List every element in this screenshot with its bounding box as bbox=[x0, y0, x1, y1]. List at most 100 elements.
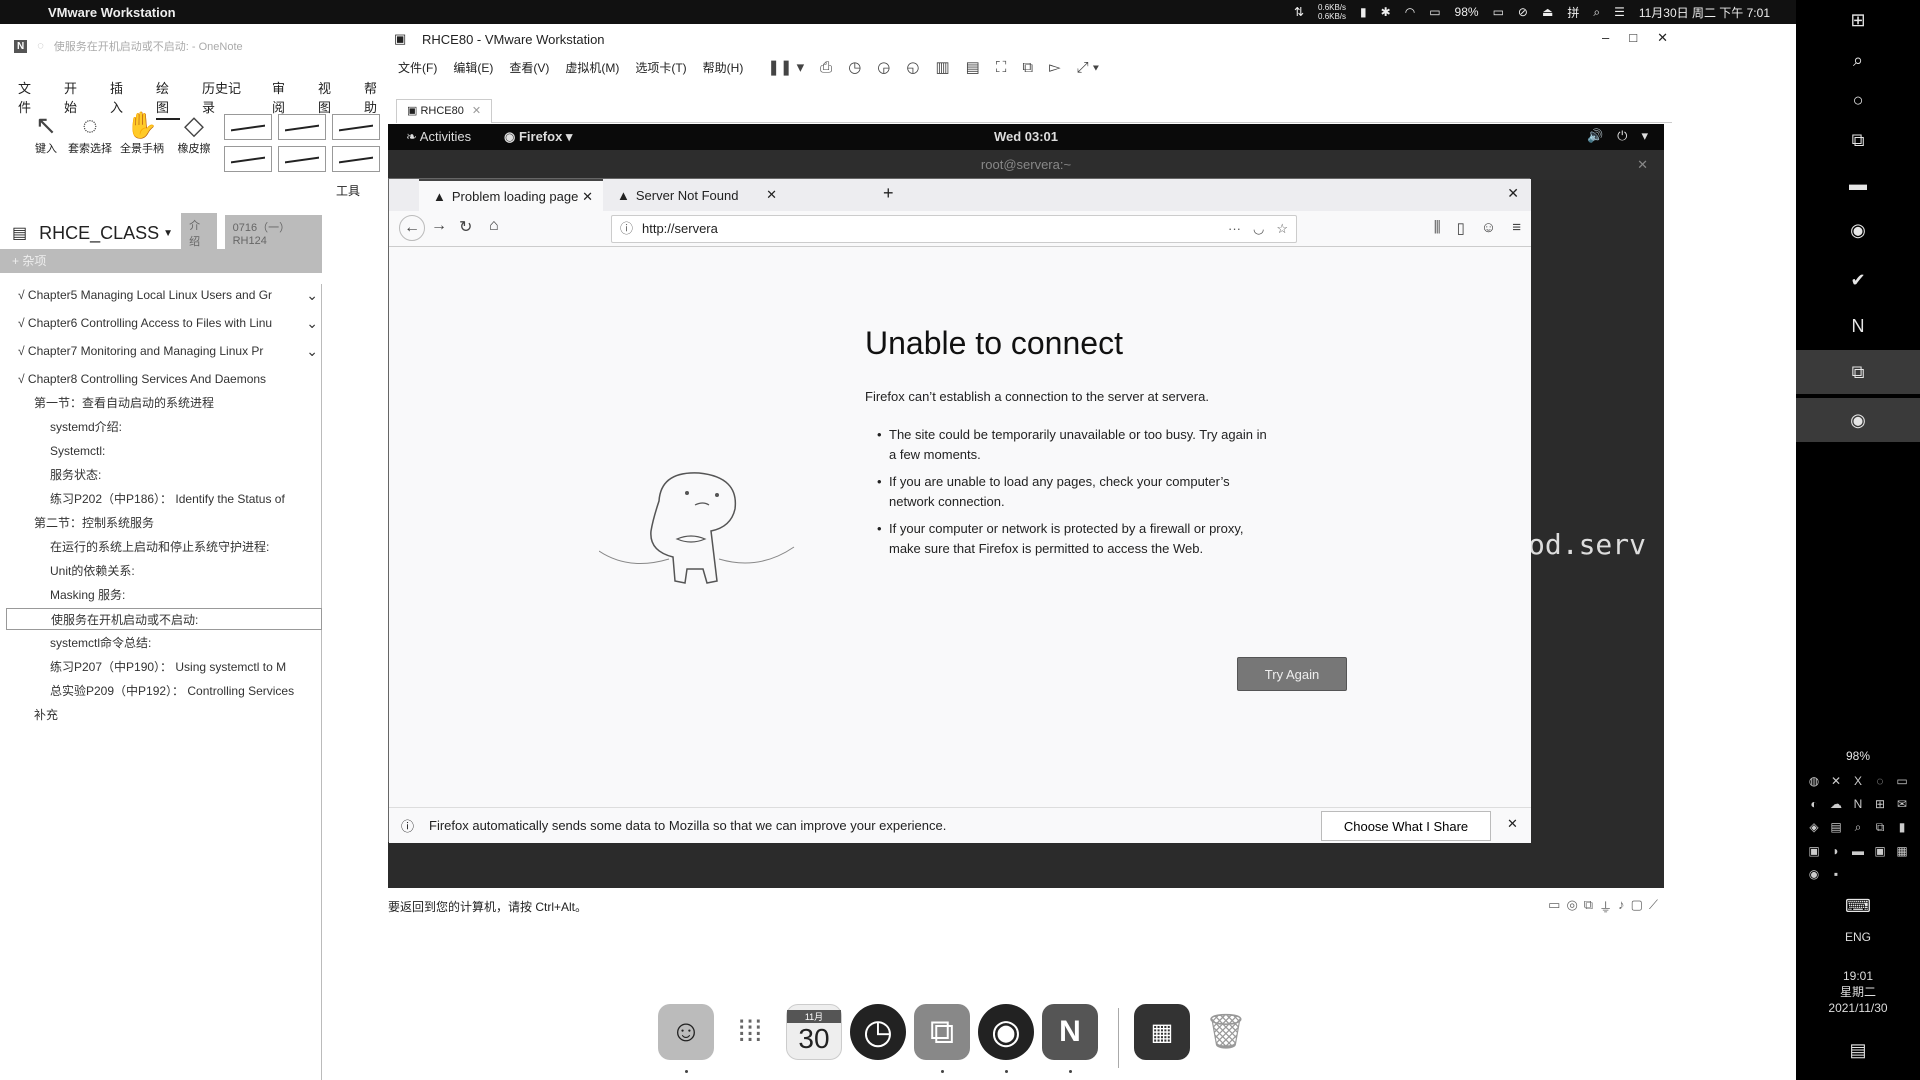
library-icon[interactable]: ⫼ bbox=[1434, 219, 1441, 237]
menu-edit[interactable]: 编辑(E) bbox=[453, 59, 493, 76]
tray-icon[interactable]: X bbox=[1850, 774, 1866, 791]
subpage-item[interactable]: Systemctl: bbox=[0, 440, 322, 462]
revert-snapshot-icon[interactable]: ◶ bbox=[877, 58, 890, 76]
display-icon[interactable]: ▭ bbox=[1429, 5, 1440, 19]
subpage-item[interactable]: Unit的依赖关系: bbox=[0, 560, 322, 582]
choose-what-i-share-button[interactable]: Choose What I Share bbox=[1321, 811, 1491, 841]
pen-swatch[interactable] bbox=[332, 146, 380, 172]
dismiss-notice-icon[interactable]: ✕ bbox=[1507, 816, 1518, 832]
home-button[interactable]: ⌂ bbox=[489, 217, 499, 235]
vmware-taskbar-icon[interactable]: ⧉ bbox=[1838, 352, 1878, 392]
url-bar[interactable]: ⓘ http://servera ··· ◡ ☆ bbox=[611, 215, 1297, 243]
taskbar-clock[interactable]: 19:01 星期二 2021/11/30 bbox=[1796, 968, 1920, 1016]
notebook-name[interactable]: RHCE_CLASS bbox=[39, 223, 159, 244]
todo-icon[interactable]: ✔ bbox=[1838, 260, 1878, 300]
language-indicator[interactable]: ENG bbox=[1796, 930, 1920, 944]
tray-icon[interactable]: N bbox=[1850, 797, 1866, 814]
subpage-item[interactable]: 练习P207（中P190）： Using systemctl to M bbox=[0, 656, 322, 678]
launchpad-icon[interactable]: ⁞⁞⁞ bbox=[722, 1004, 778, 1060]
tray-icon[interactable]: ▦ bbox=[1894, 844, 1910, 861]
pause-icon[interactable]: ❚❚ ▾ bbox=[767, 58, 804, 76]
chevron-down-icon[interactable]: ⌄ bbox=[306, 312, 318, 334]
vmware-dock-icon[interactable]: ⧉ bbox=[914, 1004, 970, 1060]
lasso-tool[interactable]: ◌ 套索选择 bbox=[66, 110, 114, 156]
clock-icon[interactable]: ◷ bbox=[850, 1004, 906, 1060]
bluetooth-icon[interactable]: ✱ bbox=[1381, 5, 1391, 19]
hamburger-menu-icon[interactable]: ≡ bbox=[1512, 219, 1521, 237]
eject-icon[interactable]: ⏏ bbox=[1542, 5, 1553, 19]
chevron-down-icon[interactable]: ⌄ bbox=[306, 340, 318, 362]
try-again-button[interactable]: Try Again bbox=[1237, 657, 1347, 691]
chevron-down-icon[interactable]: ⌄ bbox=[306, 284, 318, 306]
pan-tool[interactable]: ✋ 全景手柄 bbox=[118, 110, 166, 156]
subpage-item[interactable]: 总实验P209（中P192）： Controlling Services bbox=[0, 680, 322, 702]
info-icon[interactable]: ⓘ bbox=[620, 216, 633, 242]
tray-icon[interactable]: ◈ bbox=[1806, 820, 1822, 838]
obs-taskbar-icon[interactable]: ◉ bbox=[1838, 400, 1878, 440]
section-tab[interactable]: 介绍 bbox=[181, 213, 217, 253]
forward-button[interactable]: → bbox=[431, 217, 447, 235]
page-item[interactable]: √ Chapter7 Monitoring and Managing Linux… bbox=[0, 340, 322, 362]
hdd-icon[interactable]: ▭ bbox=[1548, 897, 1560, 916]
subpage-item[interactable]: 第二节：控制系统服务 bbox=[0, 512, 322, 534]
tab-problem-loading[interactable]: ▲ Problem loading page ✕ bbox=[419, 179, 603, 211]
terminal-close-icon[interactable]: ✕ bbox=[1637, 150, 1648, 180]
subpage-item[interactable]: 补充 bbox=[0, 704, 322, 726]
snapshot-icon[interactable]: ◷ bbox=[848, 58, 861, 76]
tray-icon[interactable]: ✕ bbox=[1828, 774, 1844, 791]
gnome-system-menu[interactable]: 🔊 ⏻ ▾ bbox=[1587, 128, 1648, 144]
pen-swatch[interactable] bbox=[332, 114, 380, 140]
onenote-taskbar-icon[interactable]: N bbox=[1838, 306, 1878, 346]
input-method-icon[interactable]: 拼 bbox=[1567, 4, 1579, 21]
battery-small-icon[interactable]: ▮ bbox=[1360, 5, 1367, 19]
pen-swatch[interactable] bbox=[224, 146, 272, 172]
windows-start-icon[interactable]: ⊞ bbox=[1838, 0, 1878, 40]
control-center-icon[interactable]: ☰ bbox=[1614, 5, 1625, 19]
sync-icon[interactable]: ⇅ bbox=[1294, 5, 1304, 19]
subpage-item-selected[interactable]: 使服务在开机启动或不启动: bbox=[6, 608, 322, 630]
spotlight-icon[interactable]: ⌕ bbox=[1593, 5, 1600, 20]
tray-icon[interactable]: ⊞ bbox=[1872, 797, 1888, 814]
vm-tab[interactable]: ▣ RHCE80 ✕ bbox=[396, 99, 493, 123]
back-button[interactable]: ← bbox=[399, 215, 425, 241]
page-item[interactable]: √ Chapter6 Controlling Access to Files w… bbox=[0, 312, 322, 334]
obs-icon[interactable]: ◉ bbox=[978, 1004, 1034, 1060]
close-tab-icon[interactable]: ✕ bbox=[582, 189, 593, 205]
tab-server-not-found[interactable]: ▲ Server Not Found ✕ bbox=[603, 179, 787, 211]
console-icon[interactable]: ▻ bbox=[1049, 58, 1061, 76]
network-icon[interactable]: ⧉ bbox=[1584, 897, 1593, 916]
mute-icon[interactable]: ⊘ bbox=[1518, 5, 1528, 19]
subpage-item[interactable]: systemctl命令总结: bbox=[0, 632, 322, 654]
tray-icon[interactable]: ◉ bbox=[1806, 867, 1822, 884]
tray-icon[interactable]: ✉ bbox=[1894, 797, 1910, 814]
subpage-item[interactable]: 第一节：查看自动启动的系统进程 bbox=[0, 392, 322, 414]
eraser-tool[interactable]: ◇ 橡皮擦 bbox=[170, 110, 218, 156]
tray-icon[interactable]: ◐ bbox=[1806, 797, 1822, 814]
thumbnail-icon[interactable]: ▤ bbox=[966, 58, 980, 76]
menubar-datetime[interactable]: 11月30日 周二 下午 7:01 bbox=[1639, 4, 1770, 21]
subpage-item[interactable]: 练习P202（中P186）： Identify the Status of bbox=[0, 488, 322, 510]
finder-icon[interactable]: ☺ bbox=[658, 1004, 714, 1060]
mac-app-name[interactable]: VMware Workstation bbox=[48, 5, 176, 20]
notification-icon[interactable]: ▤ bbox=[1838, 1030, 1878, 1070]
tray-icon[interactable]: ☁ bbox=[1828, 797, 1844, 814]
unity-icon[interactable]: ⧉ bbox=[1022, 59, 1033, 76]
page-actions-icon[interactable]: ··· bbox=[1228, 216, 1241, 242]
menu-vm[interactable]: 虚拟机(M) bbox=[565, 59, 619, 76]
tray-icon[interactable]: ▭ bbox=[1894, 774, 1910, 791]
usb-icon[interactable]: ⏚ bbox=[1599, 897, 1612, 916]
page-item[interactable]: √ Chapter5 Managing Local Linux Users an… bbox=[0, 284, 322, 306]
tray-icon[interactable]: ◗ bbox=[1828, 844, 1844, 861]
tray-icon[interactable]: ◌ bbox=[1872, 774, 1888, 791]
screenshot-app-icon[interactable]: ▦ bbox=[1134, 1004, 1190, 1060]
menu-file[interactable]: 文件(F) bbox=[398, 59, 437, 76]
firefox-taskbar-icon[interactable]: ◉ bbox=[1838, 210, 1878, 250]
battery-icon[interactable]: ▭ bbox=[1493, 5, 1504, 19]
search-icon[interactable]: ⌕ bbox=[1838, 40, 1878, 80]
cortana-icon[interactable]: ○ bbox=[1838, 80, 1878, 120]
wifi-icon[interactable]: ◠ bbox=[1405, 5, 1415, 19]
send-keys-icon[interactable]: ⎙ bbox=[820, 59, 832, 76]
page-item[interactable]: √ Chapter8 Controlling Services And Daem… bbox=[0, 368, 322, 390]
pen-swatch[interactable] bbox=[224, 114, 272, 140]
message-icon[interactable]: ▢ bbox=[1631, 897, 1643, 916]
